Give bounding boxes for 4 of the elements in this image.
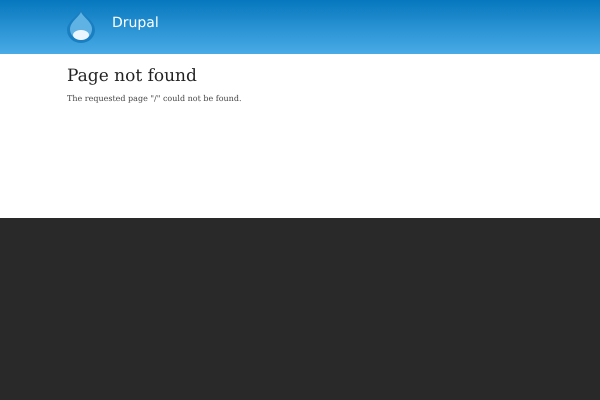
page-title: Page not found — [67, 66, 198, 86]
logo-icon[interactable] — [66, 8, 96, 44]
error-message: The requested page "/" could not be found. — [67, 94, 242, 103]
site-name-link[interactable]: Drupal — [112, 15, 159, 31]
